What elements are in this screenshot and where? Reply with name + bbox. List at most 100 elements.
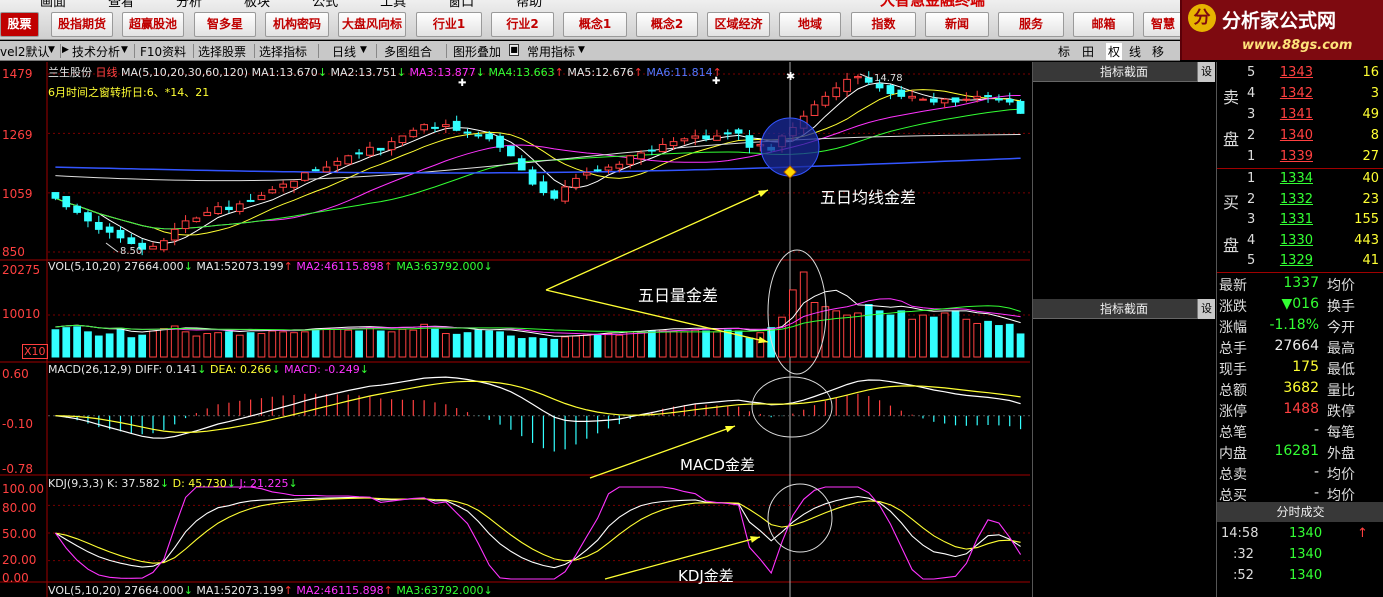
overlay-button[interactable]: 图形叠加	[453, 43, 501, 60]
f10-button[interactable]: F10资料	[140, 43, 186, 60]
indicator-settings-button[interactable]: 设	[1197, 62, 1215, 82]
volume-bar-up	[409, 329, 418, 358]
top-button-3[interactable]: 超赢股池	[122, 12, 184, 37]
indicator-section-title: 指标截面	[1099, 65, 1148, 79]
menu-item[interactable]: 分析	[176, 0, 202, 10]
candle-down	[875, 83, 884, 89]
volume-bar-up	[843, 314, 851, 358]
top-button-15[interactable]: 服务	[998, 12, 1064, 37]
top-button-13[interactable]: 指数	[851, 12, 916, 37]
top-button-6[interactable]: 大盘风向标	[338, 12, 406, 37]
volume-bar-down	[929, 316, 938, 358]
ma-cross-arrow-head	[758, 190, 768, 197]
buy-price[interactable]: 1334	[1271, 171, 1313, 186]
sell-level-row[interactable]: 5 1343 16	[1239, 64, 1383, 84]
top-button-5[interactable]: 机构密码	[265, 12, 329, 37]
sell-price[interactable]: 1342	[1271, 86, 1313, 101]
buy-level-row[interactable]: 5 1329 41	[1239, 252, 1383, 272]
menu-item[interactable]: 板块	[244, 0, 270, 10]
volume-bar-up	[149, 330, 157, 358]
sell-level-row[interactable]: 3 1341 49	[1239, 106, 1383, 126]
buy-price[interactable]: 1332	[1271, 192, 1313, 207]
buy-level-row[interactable]: 4 1330 443	[1239, 232, 1383, 252]
select-stock-button[interactable]: 选择股票	[198, 43, 246, 60]
top-button-10[interactable]: 概念2	[636, 12, 698, 37]
sell-level-row[interactable]: 2 1340 8	[1239, 127, 1383, 147]
candle-up	[973, 95, 982, 99]
top-button-11[interactable]: 区域经济	[707, 12, 770, 37]
level-dropdown-icon[interactable]: ▼	[48, 45, 55, 55]
buy-price[interactable]: 1330	[1271, 233, 1313, 248]
candle-down	[452, 120, 461, 131]
quote-label: 内盘	[1219, 446, 1247, 462]
mark-button[interactable]: 标	[1058, 43, 1070, 60]
site-logo: 分 分析家公式网 www.88gs.com	[1180, 0, 1383, 60]
top-button-16[interactable]: 邮箱	[1073, 12, 1134, 37]
menu-item[interactable]: 帮助	[516, 0, 542, 10]
sell-price[interactable]: 1341	[1271, 107, 1313, 122]
period-selector[interactable]: 日线	[332, 43, 356, 60]
top-button-8[interactable]: 行业2	[491, 12, 554, 37]
banner-title: 大智慧金融终端	[880, 0, 986, 9]
volume-info-line: VOL(5,10,20) 27664.000↓ MA1:52073.199↑ M…	[48, 260, 493, 273]
lock-icon[interactable]: ■	[509, 44, 519, 56]
buy-price[interactable]: 1329	[1271, 253, 1313, 268]
line-button[interactable]: 线	[1129, 43, 1141, 60]
tech-analysis-menu[interactable]: 技术分析	[72, 43, 120, 60]
grid-button[interactable]: 田	[1082, 43, 1094, 60]
candle-up	[290, 180, 298, 188]
buy-price[interactable]: 1331	[1271, 212, 1313, 227]
menu-item[interactable]: 公式	[312, 0, 338, 10]
top-button-1[interactable]: 股票	[0, 12, 39, 37]
top-button-9[interactable]: 概念1	[563, 12, 627, 37]
quote-value: 27664	[1274, 338, 1319, 354]
rights-button[interactable]: 权	[1106, 43, 1123, 60]
level-selector[interactable]: vel2默认	[0, 43, 49, 60]
volume-bar-up	[604, 333, 613, 358]
vol-ma3-dir: ↓	[483, 260, 493, 273]
menu-item[interactable]: 工具	[380, 0, 406, 10]
ma-formula: MA(5,10,20,30,60,120)	[121, 66, 249, 79]
candle-up	[214, 206, 222, 215]
volume-bar-down	[745, 337, 754, 358]
select-indicator-button[interactable]: 选择指标	[259, 43, 307, 60]
top-button-2[interactable]: 股指期货	[51, 12, 113, 37]
top-button-14[interactable]: 新闻	[925, 12, 989, 37]
sell-price[interactable]: 1339	[1271, 149, 1313, 164]
menu-item[interactable]: 画面	[40, 0, 66, 10]
menu-item[interactable]: 查看	[108, 0, 134, 10]
sell-price[interactable]: 1343	[1271, 65, 1313, 80]
multi-chart-button[interactable]: 多图组合	[384, 43, 432, 60]
quote-value: -	[1313, 422, 1319, 438]
tech-analysis-dropdown-icon[interactable]: ▼	[121, 45, 128, 55]
sell-level-row[interactable]: 4 1342 3	[1239, 85, 1383, 105]
buy-level: 4	[1247, 232, 1256, 248]
ma2-name: MA2:	[330, 66, 359, 79]
volume-bar-down	[1005, 323, 1014, 358]
common-indicators-menu[interactable]: 常用指标	[527, 43, 575, 60]
volume-bar-up	[615, 334, 624, 358]
candle-down	[723, 132, 732, 135]
top-button-4[interactable]: 智多星	[194, 12, 256, 37]
menu-item[interactable]: 窗口	[448, 0, 474, 10]
candle-up	[333, 160, 342, 166]
orderbook-divider	[1217, 168, 1383, 169]
move-button[interactable]: 移	[1152, 43, 1164, 60]
buy-level-row[interactable]: 1 1334 40	[1239, 170, 1383, 190]
volume-bar-up	[962, 318, 971, 358]
kline-chart-area[interactable]: ✱ ✚ ✚ 1479 1269 1059 850 兰生股份 日线 MA(5,10,2…	[0, 62, 1030, 597]
logo-url: www.88gs.com	[1242, 38, 1353, 53]
top-button-7[interactable]: 行业1	[416, 12, 482, 37]
sell-price[interactable]: 1340	[1271, 128, 1313, 143]
sell-level-row[interactable]: 1 1339 27	[1239, 148, 1383, 168]
quote-label: 最新	[1219, 278, 1247, 294]
top-button-17[interactable]: 智慧	[1143, 12, 1183, 37]
candle-up	[441, 124, 450, 127]
indicator-settings-button[interactable]: 设	[1197, 299, 1215, 319]
vol-formula: VOL(5,10,20)	[48, 260, 121, 273]
buy-level-row[interactable]: 2 1332 23	[1239, 191, 1383, 211]
period-dropdown-icon[interactable]: ▼	[360, 45, 367, 55]
buy-level-row[interactable]: 3 1331 155	[1239, 211, 1383, 231]
top-button-12[interactable]: 地域	[779, 12, 841, 37]
common-indicators-dropdown-icon[interactable]: ▼	[578, 45, 585, 55]
